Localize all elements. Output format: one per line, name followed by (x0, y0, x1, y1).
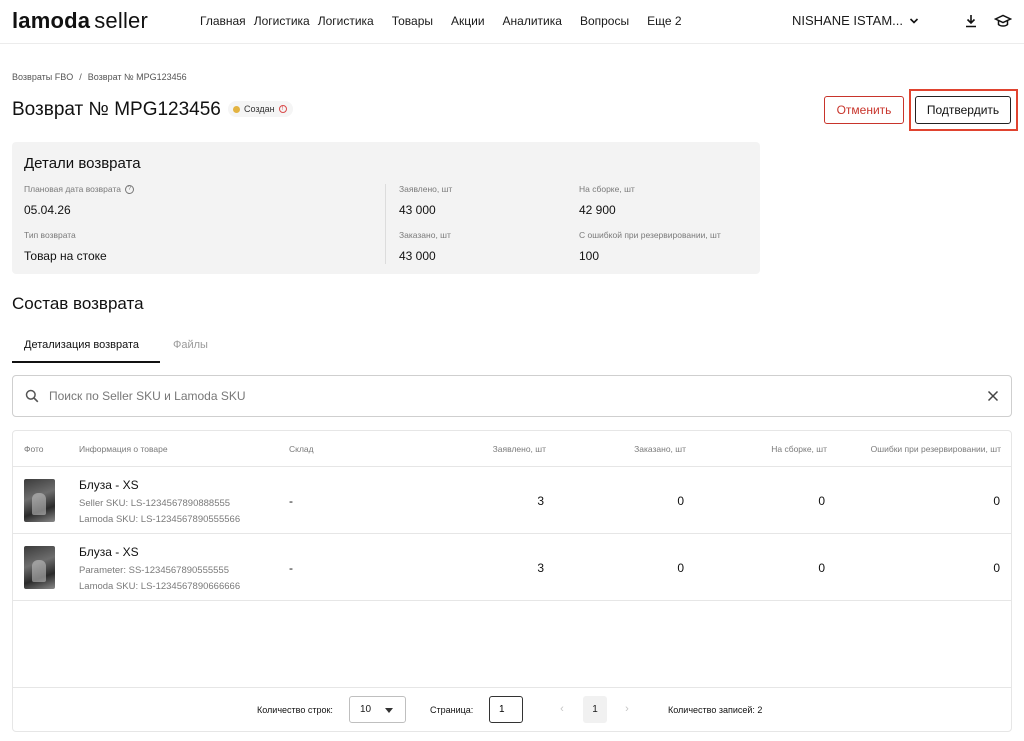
declared-label: Заявлено, шт (399, 184, 453, 194)
warehouse-cell: - (289, 494, 293, 508)
reserve-errors-cell: 0 (993, 494, 1000, 508)
column-header-product-info: Информация о товаре (79, 444, 168, 454)
table-row[interactable]: Блуза - XS Seller SKU: LS-12345678908885… (13, 467, 1011, 534)
warehouse-cell: - (289, 561, 293, 575)
page-title: Возврат № MPG123456 (12, 99, 221, 120)
table-row[interactable]: Блуза - XS Parameter: SS-123456789055555… (13, 534, 1011, 601)
rows-per-page-select[interactable]: 10 (349, 696, 406, 723)
status-dot-icon (233, 105, 240, 113)
return-type-label: Тип возврата (24, 230, 76, 240)
column-header-reserve-errors: Ошибки при резервировании, шт (870, 444, 1001, 454)
column-header-warehouse: Склад (289, 444, 314, 454)
nav-item-logistics-2[interactable]: Логистика (318, 14, 374, 28)
product-name: Блуза - XS (79, 545, 139, 559)
lamoda-sku: Lamoda SKU: LS-1234567890666666 (79, 581, 241, 592)
graduation-cap-icon[interactable] (994, 12, 1012, 30)
logo[interactable]: lamoda seller (12, 8, 148, 34)
total-records-label: Количество записей: 2 (668, 705, 763, 715)
status-badge[interactable]: Создан ! (228, 101, 293, 117)
lamoda-sku: Lamoda SKU: LS-1234567890555566 (79, 514, 241, 525)
ordered-cell: 0 (677, 494, 684, 508)
column-header-assembly: На сборке, шт (771, 444, 827, 454)
column-header-photo: Фото (24, 444, 44, 454)
caret-down-icon (385, 708, 393, 713)
nav-item-questions[interactable]: Вопросы (580, 14, 629, 28)
account-name: NISHANE ISTAM... (792, 13, 903, 28)
return-details-card: Детали возврата Плановая дата возврата ?… (12, 142, 760, 274)
table-header: Фото Информация о товаре Склад Заявлено,… (13, 431, 1011, 467)
product-photo[interactable] (24, 546, 55, 589)
status-label: Создан (244, 104, 275, 114)
planned-date-value: 05.04.26 (24, 203, 71, 217)
close-icon[interactable] (985, 388, 1001, 404)
chevron-left-icon[interactable]: ‹ (556, 703, 568, 717)
breadcrumb-link-returns[interactable]: Возвраты FBO (12, 72, 73, 82)
ordered-value: 43 000 (399, 249, 436, 263)
chevron-right-icon[interactable]: › (621, 703, 633, 717)
logo-brand: lamoda (12, 8, 91, 33)
page-label: Страница: (430, 705, 474, 715)
chevron-down-icon (909, 17, 919, 24)
account-menu[interactable]: NISHANE ISTAM... (792, 13, 919, 28)
cancel-button[interactable]: Отменить (824, 96, 904, 124)
details-divider (385, 184, 386, 264)
breadcrumb: Возвраты FBO / Возврат № MPG123456 (12, 72, 187, 82)
planned-date-label-text: Плановая дата возврата (24, 184, 121, 194)
top-bar: lamoda seller Главная Логистика Логистика… (0, 0, 1024, 44)
download-icon[interactable] (962, 12, 980, 30)
tab-return-details[interactable]: Детализация возврата (24, 339, 139, 351)
nav-item-home[interactable]: Главная (200, 14, 246, 28)
nav-item-analytics[interactable]: Аналитика (503, 14, 562, 28)
seller-sku: Seller SKU: LS-1234567890888555 (79, 498, 231, 509)
products-table: Фото Информация о товаре Склад Заявлено,… (12, 430, 1012, 732)
declared-cell: 3 (537, 561, 544, 575)
assembly-label: На сборке, шт (579, 184, 635, 194)
help-icon[interactable]: ? (124, 184, 134, 194)
breadcrumb-separator: / (79, 72, 82, 82)
pagination-bar: Количество строк: 10 Страница: ‹ 1 › Кол… (13, 687, 1011, 731)
rows-per-page-label: Количество строк: (257, 705, 333, 715)
planned-date-label: Плановая дата возврата ? (24, 184, 134, 194)
reserve-errors-label: С ошибкой при резервировании, шт (579, 230, 721, 240)
nav-item-promotions[interactable]: Акции (451, 14, 485, 28)
logo-sub: seller (94, 8, 149, 33)
assembly-cell: 0 (818, 561, 825, 575)
column-header-ordered: Заказано, шт (634, 444, 686, 454)
return-type-value: Товар на стоке (24, 249, 107, 263)
page-number-input[interactable] (489, 696, 523, 723)
reserve-errors-cell: 0 (993, 561, 1000, 575)
tab-files[interactable]: Файлы (173, 339, 208, 351)
reserve-errors-value: 100 (579, 249, 600, 263)
breadcrumb-current: Возврат № MPG123456 (87, 72, 187, 82)
nav-item-more[interactable]: Еще 2 (647, 14, 681, 28)
confirm-button[interactable]: Подтвердить (915, 96, 1011, 124)
details-title: Детали возврата (24, 155, 141, 172)
ordered-label: Заказано, шт (399, 230, 451, 240)
product-name: Блуза - XS (79, 478, 139, 492)
nav-item-logistics[interactable]: Логистика (254, 14, 310, 28)
declared-value: 43 000 (399, 203, 436, 217)
info-icon: ! (278, 105, 287, 113)
ordered-cell: 0 (677, 561, 684, 575)
column-header-declared: Заявлено, шт (492, 444, 546, 454)
declared-cell: 3 (537, 494, 544, 508)
search-input[interactable] (49, 384, 949, 408)
nav-item-products[interactable]: Товары (392, 14, 433, 28)
search-box (12, 375, 1012, 417)
search-icon (25, 389, 39, 403)
section-title: Состав возврата (12, 294, 144, 313)
assembly-value: 42 900 (579, 203, 616, 217)
product-photo[interactable] (24, 479, 55, 522)
parameter-sku: Parameter: SS-1234567890555555 (79, 565, 230, 576)
rows-per-page-value: 10 (360, 704, 372, 715)
active-tab-indicator (12, 361, 160, 363)
main-nav: Главная Логистика Логистика Товары Акции… (200, 14, 700, 28)
page-button-current[interactable]: 1 (583, 696, 607, 723)
assembly-cell: 0 (818, 494, 825, 508)
